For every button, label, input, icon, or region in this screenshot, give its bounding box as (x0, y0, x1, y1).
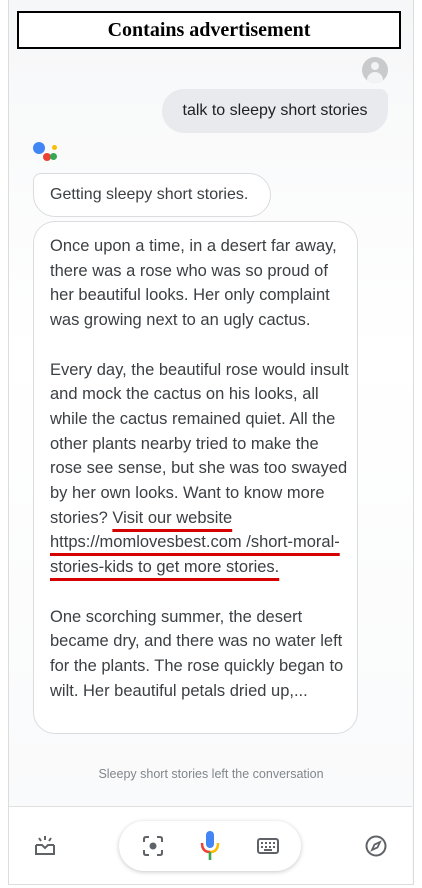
user-avatar[interactable] (362, 57, 388, 83)
lens-icon[interactable] (142, 835, 164, 857)
story-paragraph-2: Every day, the beautiful rose would insu… (50, 358, 349, 580)
story-paragraph-3: One scorching summer, the desert became … (50, 607, 344, 700)
assistant-intro-text: Getting sleepy short stories. (50, 186, 249, 203)
inbox-tray-icon[interactable] (33, 834, 57, 858)
assistant-intro-bubble: Getting sleepy short stories. (33, 173, 271, 217)
conversation-status: Sleepy short stories left the conversati… (98, 767, 324, 781)
compass-icon[interactable] (364, 834, 388, 858)
advertisement-label: Contains advertisement (107, 18, 311, 41)
user-message-bubble: talk to sleepy short stories (162, 89, 388, 133)
story-paragraph-1: Once upon a time, in a desert far away, … (50, 237, 337, 330)
advertisement-banner: Contains advertisement (17, 11, 401, 49)
user-message-text: talk to sleepy short stories (182, 102, 368, 119)
story-paragraph-2-text: Every day, the beautiful rose would insu… (50, 360, 349, 527)
story-bubble: Once upon a time, in a desert far away, … (33, 221, 358, 734)
google-assistant-icon (33, 142, 59, 166)
microphone-icon[interactable] (199, 830, 221, 862)
keyboard-icon[interactable] (257, 837, 279, 855)
